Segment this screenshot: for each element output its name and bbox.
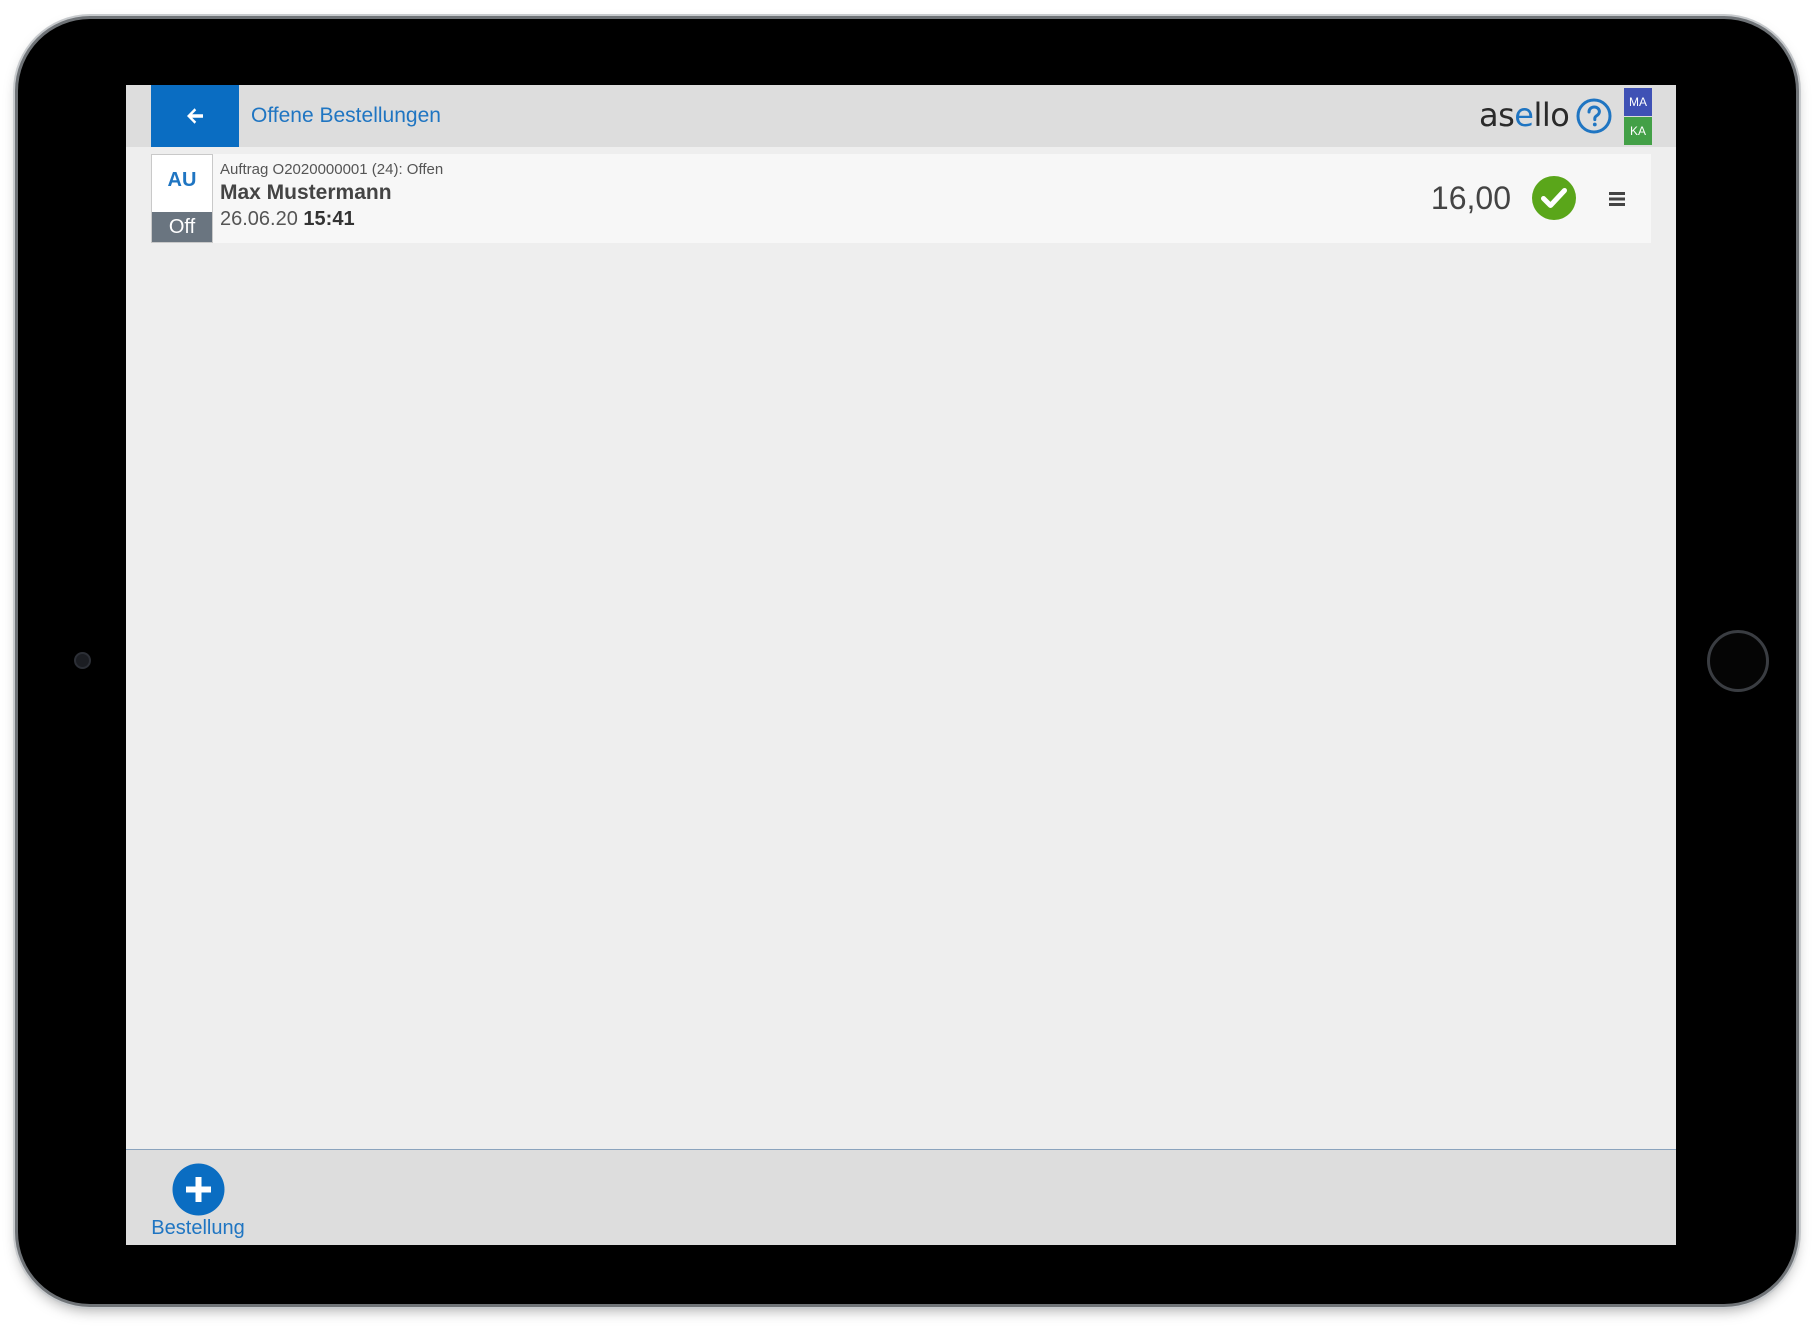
app-screen: Offene Bestellungen asello MA KA AU Off … [126,85,1676,1245]
page-title: Offene Bestellungen [251,104,441,127]
order-type-tile: AU Off [151,154,213,243]
check-circle-icon [1532,176,1576,220]
hamburger-menu-icon[interactable] [1602,184,1632,214]
order-amount: 16,00 [1430,180,1511,216]
home-button[interactable] [1707,630,1769,692]
back-button[interactable] [151,85,239,147]
arrow-left-icon [187,108,203,124]
asello-logo: asello [1479,96,1570,134]
badge-ma[interactable]: MA [1624,88,1652,116]
badge-ka[interactable]: KA [1624,117,1652,145]
order-status-short: Off [152,212,212,242]
bottom-bar: Bestellung [126,1149,1676,1245]
order-reference: Auftrag O2020000001 (24): Offen [220,161,444,178]
top-bar: Offene Bestellungen asello MA KA [126,85,1676,147]
customer-name: Max Mustermann [220,181,392,204]
camera-icon [74,652,91,669]
order-datetime: 26.06.20 15:41 [220,206,443,233]
order-date: 26.06.20 [220,208,298,230]
order-type-code: AU [167,169,197,191]
order-info: Auftrag O2020000001 (24): Offen Max Must… [220,161,443,233]
plus-circle-icon [172,1163,225,1216]
order-row[interactable]: AU Off Auftrag O2020000001 (24): Offen M… [151,154,1651,243]
new-order-label: Bestellung [151,1217,245,1239]
help-icon[interactable] [1576,98,1612,134]
order-time: 15:41 [303,208,355,230]
new-order-button[interactable]: Bestellung [148,1163,252,1243]
